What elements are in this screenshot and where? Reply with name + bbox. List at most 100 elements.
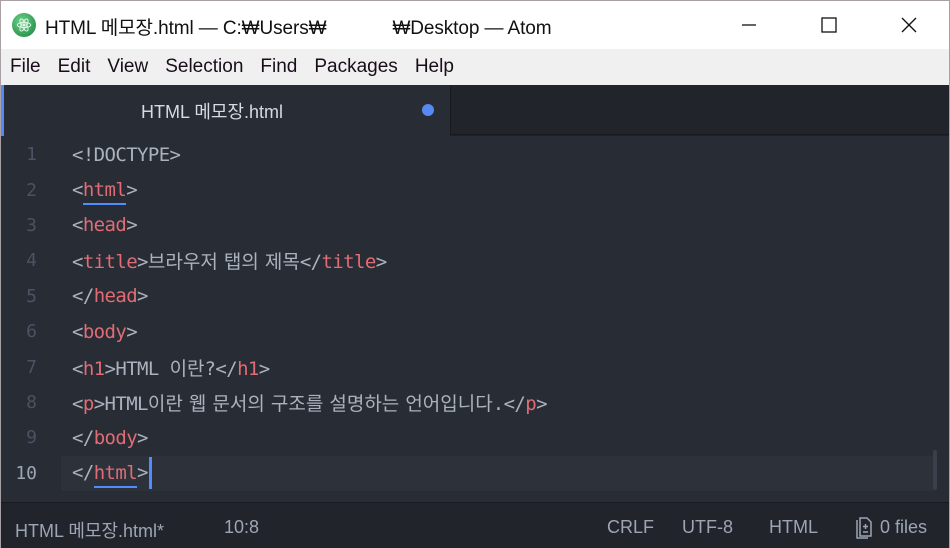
punctuation: > [258,357,270,380]
punctuation: .</ [492,392,526,415]
status-grammar[interactable]: HTML [769,517,818,538]
line-number[interactable]: 4 [1,250,37,271]
code-line[interactable]: 3 <head> [1,208,949,243]
punctuation: < [72,392,83,415]
minimize-icon [742,24,756,26]
code-content[interactable]: <h1>HTML 이란?</h1> [72,354,270,381]
punctuation: >HTML [104,357,170,380]
menu-find[interactable]: Find [260,54,297,80]
close-button[interactable] [874,1,944,49]
status-bar: HTML 메모장.html* 10:8 CRLF UTF-8 HTML 0 fi… [1,502,949,548]
code-line[interactable]: 4 <title>브라우저 탭의 제목</title> [1,243,949,278]
tag-name: body [82,320,127,343]
code-line[interactable]: 5 </head> [1,279,949,314]
line-number[interactable]: 9 [1,427,37,448]
tag-name: p [525,392,537,415]
code-content[interactable]: <html> [72,179,138,206]
status-encoding[interactable]: UTF-8 [682,517,733,538]
close-icon [901,17,917,33]
punctuation: > [137,251,148,274]
window-title: HTML 메모장.html — C:₩Users₩ ₩Desktop — Atom [45,13,552,40]
punctuation: < [72,214,83,237]
punctuation: > [375,251,387,274]
code-content[interactable]: <title>브라우저 탭의 제목</title> [72,247,387,274]
punctuation: </ [72,461,94,484]
menu-file[interactable]: File [10,54,41,80]
punctuation: </ [299,251,322,274]
text-content: 이란 [169,357,205,380]
status-line-ending[interactable]: CRLF [607,517,654,538]
menu-view[interactable]: View [107,54,148,80]
line-number[interactable]: 1 [1,144,37,165]
punctuation: > [536,392,547,415]
punctuation: >HTML [93,392,149,415]
menu-selection[interactable]: Selection [165,54,243,80]
code-line[interactable]: 1 <!DOCTYPE> [1,137,949,172]
line-number[interactable]: 10 [1,463,37,484]
punctuation: > [137,426,148,449]
tab-bar: HTML 메모장.html [1,85,949,136]
punctuation: > [137,461,148,484]
punctuation: <!DOCTYPE> [72,143,181,166]
punctuation: > [126,179,138,202]
text-cursor [148,457,152,490]
line-number[interactable]: 3 [1,215,37,236]
tag-name: html [93,461,138,488]
code-line[interactable]: 7 <h1>HTML 이란?</h1> [1,349,949,384]
tag-name: body [93,426,138,449]
punctuation: > [137,285,148,308]
code-line[interactable]: 2 <html> [1,172,949,207]
maximize-button[interactable] [794,1,864,49]
tag-name: title [321,251,377,274]
status-git-files[interactable]: 0 files [852,515,927,539]
status-git-count: 0 files [880,516,928,537]
status-cursor-position[interactable]: 10:8 [224,517,259,538]
diff-files-icon [856,517,872,539]
tag-name: h1 [237,357,259,380]
line-number[interactable]: 6 [1,321,37,342]
punctuation: ?</ [204,357,238,380]
minimize-button[interactable] [714,1,784,49]
tag-name: p [82,392,94,415]
punctuation: < [72,357,83,380]
punctuation: < [72,179,83,202]
atom-window: HTML 메모장.html — C:₩Users₩ ₩Desktop — Atom… [0,0,950,548]
tag-name: head [82,214,127,237]
code-line[interactable]: 10 </html> [1,456,949,491]
line-number[interactable]: 7 [1,357,37,378]
tag-name: h1 [82,357,105,380]
redacted-username [326,20,392,34]
status-file-name[interactable]: HTML 메모장.html* [15,517,164,543]
menu-packages[interactable]: Packages [314,54,397,80]
punctuation: </ [72,285,94,308]
tag-name: head [93,285,138,308]
code-line[interactable]: 6 <body> [1,314,949,349]
line-number[interactable]: 5 [1,286,37,307]
line-number[interactable]: 8 [1,392,37,413]
menu-help[interactable]: Help [415,54,454,80]
tag-name: html [82,179,127,206]
punctuation: </ [72,426,94,449]
code-content[interactable]: <!DOCTYPE> [72,143,181,166]
code-content[interactable]: <head> [72,214,138,237]
code-line[interactable]: 8 <p>HTML이란 웹 문서의 구조를 설명하는 언어입니다.</p> [1,385,949,420]
code-content[interactable]: </body> [72,427,148,449]
window-title-prefix: HTML 메모장.html — C:₩Users₩ [45,18,327,39]
code-content[interactable]: </head> [72,285,148,307]
atom-logo-icon [12,13,36,37]
code-content[interactable]: </html> [72,457,152,490]
punctuation: < [72,251,83,274]
line-number[interactable]: 2 [1,180,37,201]
code-line[interactable]: 9 </body> [1,420,949,455]
menu-edit[interactable]: Edit [58,54,91,80]
text-content: 이란 웹 문서의 구조를 설명하는 언어입니다 [147,392,493,415]
tab-bar-empty-area[interactable] [450,85,949,135]
modified-indicator-icon[interactable] [422,104,434,116]
tab-html-memo[interactable]: HTML 메모장.html [1,85,450,136]
title-bar[interactable]: HTML 메모장.html — C:₩Users₩ ₩Desktop — Atom [1,1,949,49]
code-content[interactable]: <p>HTML이란 웹 문서의 구조를 설명하는 언어입니다.</p> [72,389,548,416]
punctuation: > [126,214,138,237]
code-editor[interactable]: 1 <!DOCTYPE> 2 <html> 3 <head> 4 <title>브라우저 탭의… [1,136,949,502]
menu-bar: File Edit View Selection Find Packages H… [1,49,949,85]
code-content[interactable]: <body> [72,320,138,343]
